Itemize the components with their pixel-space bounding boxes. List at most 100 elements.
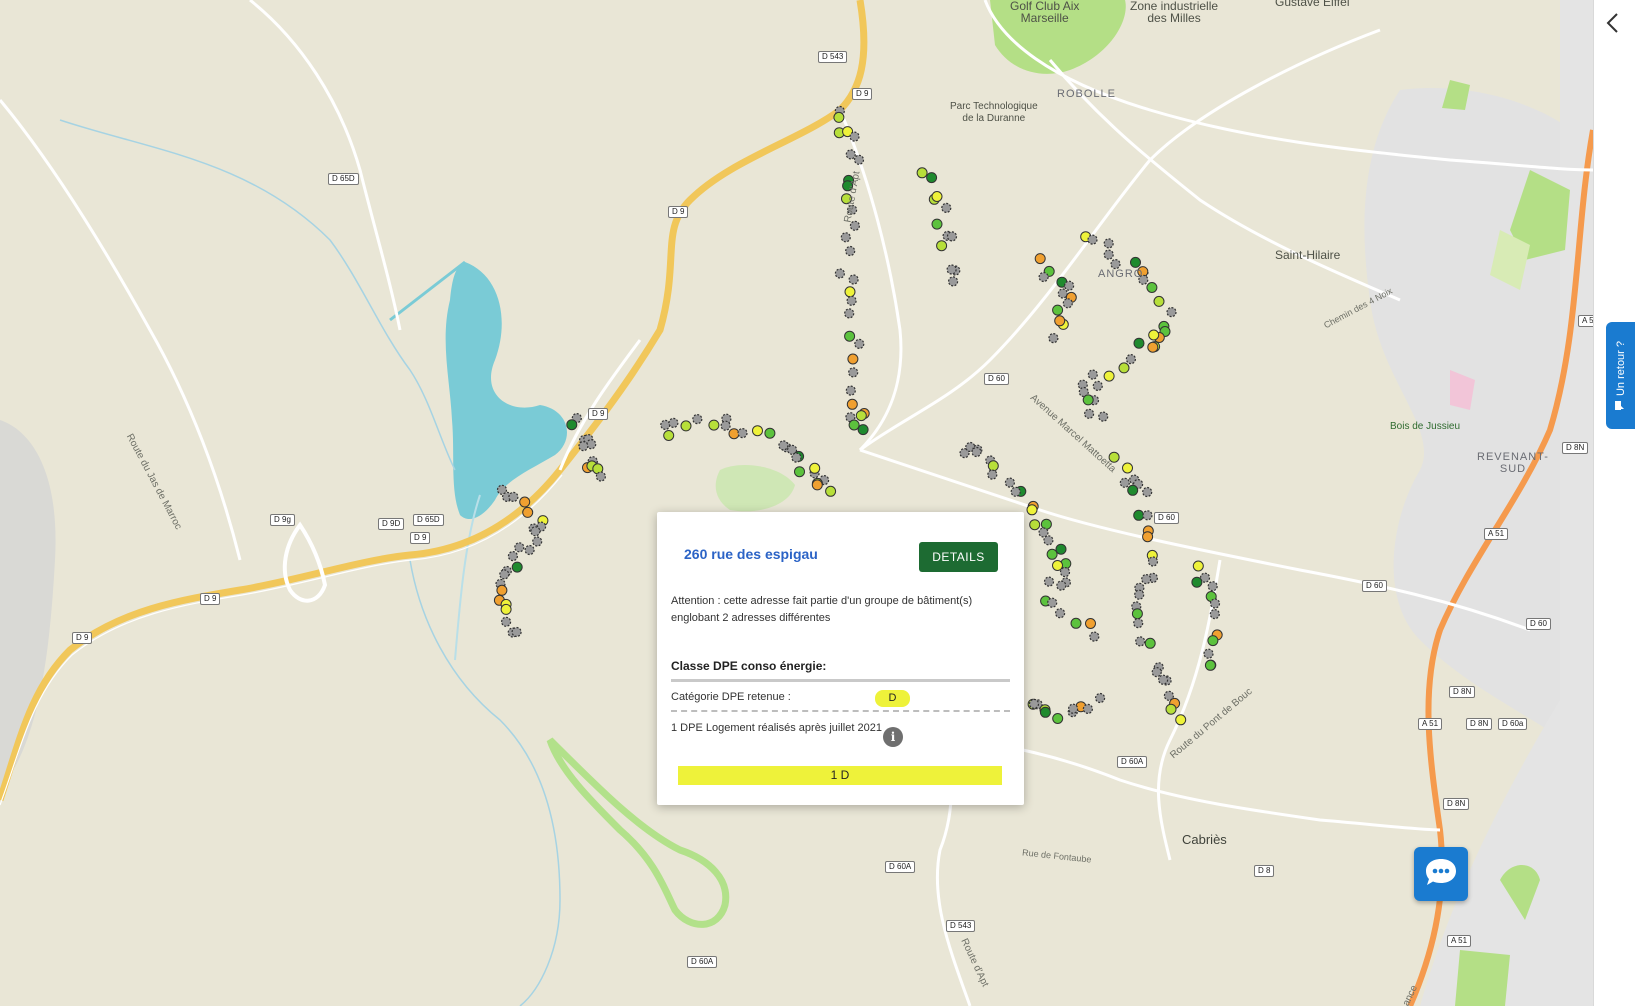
dpe-marker[interactable] [1166, 307, 1177, 318]
dpe-marker[interactable] [1147, 341, 1159, 353]
dpe-marker[interactable] [809, 462, 821, 474]
dpe-marker[interactable] [1118, 362, 1130, 374]
dpe-marker[interactable] [1151, 666, 1162, 678]
dpe-marker[interactable] [845, 149, 856, 160]
dpe-marker[interactable] [720, 420, 731, 431]
dpe-marker[interactable] [1052, 713, 1064, 724]
dpe-marker[interactable] [499, 569, 510, 580]
dpe-marker[interactable] [1052, 304, 1064, 316]
dpe-marker[interactable] [680, 420, 692, 432]
dpe-marker[interactable] [931, 191, 943, 202]
dpe-marker[interactable] [855, 410, 867, 422]
dpe-marker[interactable] [1103, 238, 1114, 249]
dpe-marker[interactable] [1209, 598, 1221, 609]
dpe-marker[interactable] [1133, 509, 1145, 521]
dpe-marker[interactable] [737, 428, 748, 439]
dpe-marker[interactable] [1087, 369, 1098, 380]
map-canvas[interactable]: Golf Club Aix Marseille Zone industriell… [0, 0, 1593, 1006]
dpe-marker[interactable] [846, 295, 857, 306]
dpe-marker[interactable] [1038, 271, 1049, 283]
dpe-marker[interactable] [1083, 408, 1095, 419]
dpe-marker[interactable] [1134, 589, 1145, 600]
dpe-marker[interactable] [1165, 703, 1177, 715]
dpe-marker[interactable] [1133, 617, 1144, 629]
dpe-marker[interactable] [663, 430, 675, 441]
dpe-marker[interactable] [1119, 477, 1130, 488]
dpe-marker[interactable] [844, 330, 856, 342]
dpe-marker[interactable] [1039, 706, 1051, 718]
dpe-marker[interactable] [825, 485, 837, 497]
dpe-marker[interactable] [857, 424, 869, 436]
dpe-marker[interactable] [847, 353, 859, 365]
dpe-marker[interactable] [1175, 714, 1187, 726]
dpe-marker[interactable] [1004, 477, 1016, 488]
dpe-marker[interactable] [500, 603, 512, 615]
dpe-marker[interactable] [1010, 486, 1021, 497]
dpe-marker[interactable] [1047, 597, 1058, 608]
dpe-marker[interactable] [1054, 608, 1066, 619]
dpe-marker[interactable] [1028, 698, 1040, 710]
dpe-marker[interactable] [1204, 659, 1216, 671]
dpe-marker[interactable] [833, 111, 845, 123]
dpe-marker[interactable] [1067, 703, 1079, 714]
dpe-marker[interactable] [1029, 519, 1041, 531]
dpe-marker[interactable] [1203, 648, 1214, 659]
dpe-marker[interactable] [1043, 535, 1054, 546]
dpe-marker[interactable] [1144, 637, 1156, 649]
dpe-marker[interactable] [530, 526, 541, 537]
dpe-marker[interactable] [1052, 560, 1063, 571]
dpe-marker[interactable] [1054, 315, 1066, 327]
dpe-marker[interactable] [511, 561, 523, 573]
dpe-marker[interactable] [848, 367, 859, 378]
dpe-marker[interactable] [971, 446, 982, 458]
dpe-marker[interactable] [1122, 462, 1133, 474]
dpe-marker[interactable] [926, 172, 938, 184]
dpe-marker[interactable] [946, 264, 957, 275]
dpe-marker[interactable] [854, 338, 865, 349]
dpe-marker[interactable] [853, 154, 865, 165]
dpe-marker[interactable] [1089, 631, 1100, 642]
chevron-left-icon[interactable] [1598, 8, 1628, 38]
dpe-marker[interactable] [566, 419, 578, 431]
dpe-marker[interactable] [496, 584, 508, 596]
dpe-marker[interactable] [1192, 560, 1204, 572]
dpe-marker[interactable] [1148, 329, 1160, 341]
dpe-marker[interactable] [1082, 394, 1094, 406]
dpe-marker[interactable] [794, 466, 805, 478]
dpe-marker[interactable] [987, 460, 999, 472]
dpe-marker[interactable] [1034, 253, 1046, 265]
dpe-marker[interactable] [1046, 548, 1058, 560]
dpe-marker[interactable] [941, 202, 952, 213]
dpe-marker[interactable] [916, 167, 928, 179]
dpe-marker[interactable] [840, 232, 851, 243]
dpe-marker[interactable] [778, 440, 789, 451]
dpe-marker[interactable] [1040, 518, 1052, 530]
dpe-marker[interactable] [1142, 531, 1154, 543]
dpe-marker[interactable] [931, 218, 943, 230]
dpe-marker[interactable] [1026, 504, 1038, 516]
dpe-marker[interactable] [501, 616, 512, 627]
dpe-marker[interactable] [1153, 295, 1165, 307]
dpe-marker[interactable] [508, 491, 519, 502]
dpe-marker[interactable] [1070, 617, 1082, 629]
dpe-marker[interactable] [1055, 543, 1067, 555]
dpe-marker[interactable] [1048, 333, 1059, 344]
dpe-marker[interactable] [1098, 411, 1109, 422]
dpe-marker[interactable] [507, 550, 519, 562]
dpe-marker[interactable] [524, 544, 535, 556]
dpe-marker[interactable] [936, 240, 948, 252]
dpe-marker[interactable] [811, 479, 823, 491]
dpe-marker[interactable] [1082, 703, 1094, 715]
dpe-marker[interactable] [848, 274, 859, 285]
dpe-marker[interactable] [1094, 692, 1106, 704]
dpe-marker[interactable] [1157, 674, 1169, 685]
dpe-marker[interactable] [947, 276, 959, 287]
dpe-marker[interactable] [848, 419, 860, 431]
dpe-marker[interactable] [946, 231, 958, 242]
dpe-marker[interactable] [728, 428, 740, 440]
dpe-marker[interactable] [845, 385, 856, 396]
dpe-marker[interactable] [522, 506, 534, 518]
details-button[interactable]: DETAILS [919, 542, 998, 572]
dpe-marker[interactable] [1056, 580, 1067, 591]
dpe-marker[interactable] [1092, 380, 1103, 391]
